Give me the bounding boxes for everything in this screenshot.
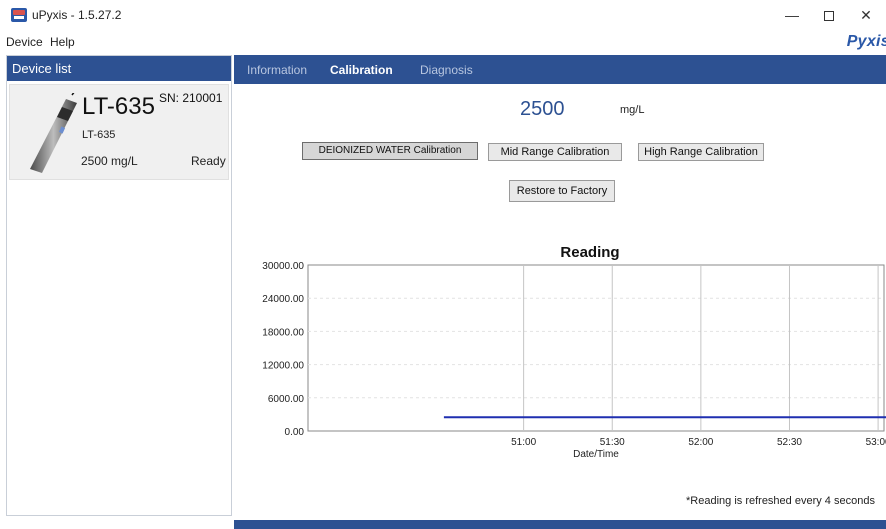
reading-chart: Reading 0.00 6000.00 12000.00 18000.00 24000.… (234, 236, 886, 470)
device-model: LT-635 (82, 93, 155, 120)
refresh-footnote: *Reading is refreshed every 4 seconds (686, 495, 875, 507)
plot-area (307, 264, 885, 432)
y-tick-label: 18000.00 (262, 327, 304, 338)
x-tick-label: 52:30 (777, 437, 802, 448)
reading-chart-svg: Reading 0.00 6000.00 12000.00 18000.00 24000.… (262, 244, 886, 460)
menu-device[interactable]: Device (6, 35, 43, 49)
window-title: uPyxis - 1.5.27.2 (32, 8, 122, 22)
app-icon (11, 8, 27, 22)
y-tick-label: 0.00 (285, 427, 305, 438)
probe-image (30, 93, 77, 173)
device-serial: SN: 210001 (159, 91, 223, 105)
current-reading-value: 2500 (520, 98, 565, 120)
device-sub-model: LT-635 (82, 129, 116, 141)
close-button[interactable]: ✕ (855, 4, 877, 26)
tab-calibration[interactable]: Calibration (330, 63, 393, 77)
x-tick-label: 51:00 (511, 437, 536, 448)
high-range-calibration-button[interactable]: High Range Calibration (638, 143, 764, 161)
title-bar: uPyxis - 1.5.27.2 — ✕ (0, 0, 886, 30)
y-tick-label: 24000.00 (262, 294, 304, 305)
brand-logo: Pyxis (846, 33, 886, 50)
device-list-header: Device list (7, 56, 231, 81)
device-card[interactable]: LT-635 SN: 210001 LT-635 2500 mg/L Ready (9, 84, 229, 180)
x-tick-label: 53:00 (866, 437, 886, 448)
deionized-water-calibration-button[interactable]: DEIONIZED WATER Calibration (302, 142, 478, 160)
menu-bar: Device Help Pyxis (0, 32, 886, 52)
device-reading: 2500 mg/L (81, 154, 138, 168)
x-tick-label: 51:30 (600, 437, 625, 448)
device-status: Ready (191, 154, 226, 168)
menu-help[interactable]: Help (50, 35, 75, 49)
maximize-button[interactable] (818, 4, 840, 26)
x-tick-label: 52:00 (688, 437, 713, 448)
y-tick-label: 12000.00 (262, 361, 304, 372)
current-reading-unit: mg/L (620, 104, 645, 116)
minimize-button[interactable]: — (781, 4, 803, 26)
y-tick-label: 6000.00 (268, 394, 305, 405)
mid-range-calibration-button[interactable]: Mid Range Calibration (488, 143, 622, 161)
maximize-icon (824, 11, 834, 22)
y-tick-label: 30000.00 (262, 261, 304, 272)
tab-information[interactable]: Information (247, 63, 307, 77)
restore-to-factory-button[interactable]: Restore to Factory (509, 180, 615, 202)
tab-diagnosis[interactable]: Diagnosis (420, 63, 473, 77)
chart-title: Reading (560, 244, 619, 261)
tab-bar: Information Calibration Diagnosis (234, 55, 886, 84)
device-list-panel: Device list LT-635 SN: 210001 LT-635 250… (6, 55, 232, 516)
x-axis-label: Date/Time (573, 449, 619, 460)
bottom-bar (234, 520, 886, 529)
